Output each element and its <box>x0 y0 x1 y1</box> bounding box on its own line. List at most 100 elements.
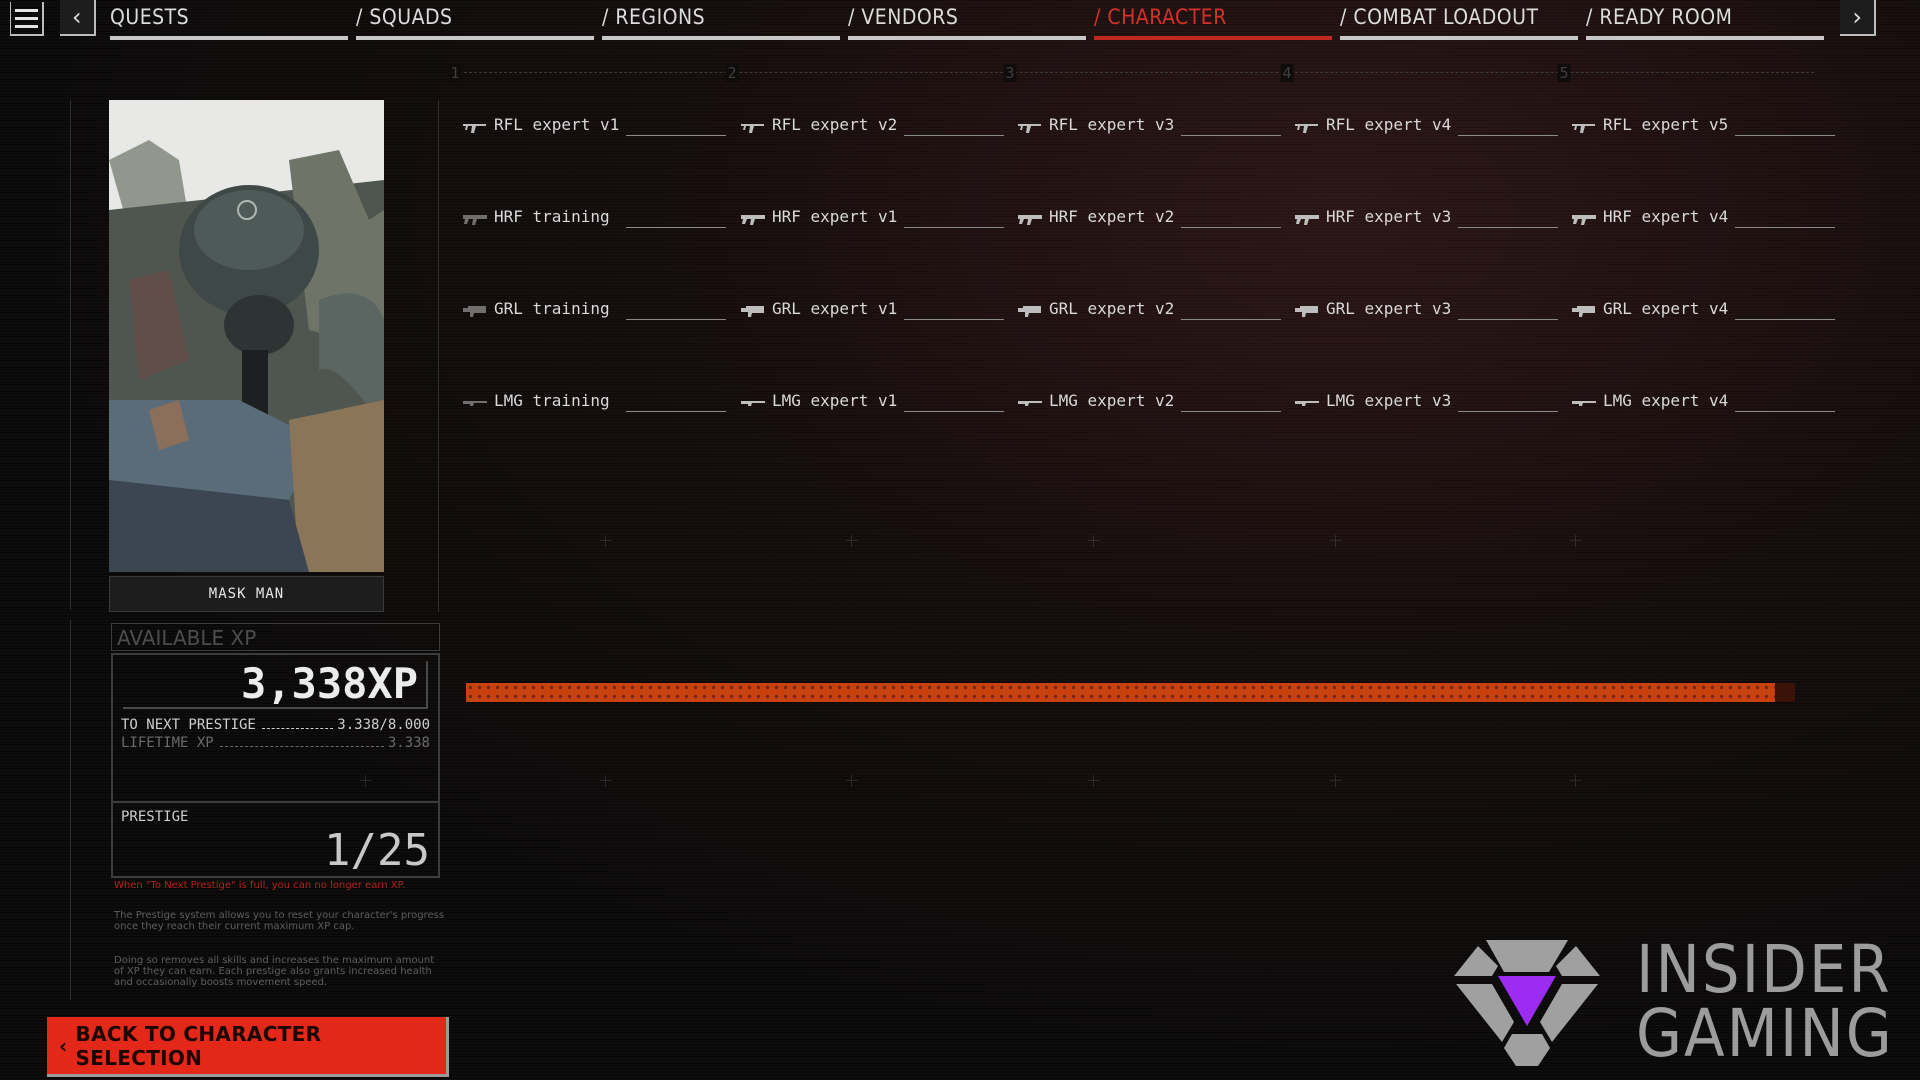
skill-slot[interactable]: GRL expert v3 <box>1294 297 1564 327</box>
skill-slot[interactable]: GRL training <box>462 297 732 327</box>
tab-underline <box>602 36 840 40</box>
skill-name: GRL expert v3 <box>1326 299 1452 318</box>
light-machine-gun-icon <box>1571 395 1597 409</box>
skill-name: LMG expert v3 <box>1326 391 1452 410</box>
tab-label: / SQUADS <box>356 5 453 29</box>
tab-underline <box>848 36 1086 40</box>
heavy-rifle-icon <box>1571 211 1597 225</box>
dotted-leader <box>219 735 384 747</box>
rifle-icon <box>1017 119 1043 133</box>
skill-slot[interactable]: RFL expert v5 <box>1571 113 1841 143</box>
skill-slot[interactable]: LMG expert v3 <box>1294 389 1564 419</box>
hamburger-menu-icon-bar <box>15 24 38 28</box>
skill-progress-line <box>904 319 1004 320</box>
tab-label: / READY ROOM <box>1586 5 1733 29</box>
next-tab-button[interactable]: › <box>1840 0 1876 36</box>
tab-squads[interactable]: / SQUADS <box>356 0 594 40</box>
hamburger-menu-icon-bar <box>15 16 38 20</box>
character-portrait <box>109 100 384 572</box>
prestige-warning-note: When "To Next Prestige" is full, you can… <box>114 880 406 891</box>
to-next-prestige-value: 3.338/8.000 <box>337 717 430 733</box>
skill-progress-line <box>1181 227 1281 228</box>
skill-slot[interactable]: RFL expert v1 <box>462 113 732 143</box>
crosshair-decoration <box>1570 775 1582 787</box>
skill-name: GRL expert v4 <box>1603 299 1729 318</box>
skill-slot[interactable]: RFL expert v2 <box>740 113 1010 143</box>
skill-progress-line <box>1735 319 1835 320</box>
tier-number: 5 <box>1557 64 1571 82</box>
skill-progress-line <box>1735 411 1835 412</box>
hamburger-menu-icon <box>15 8 38 12</box>
prev-tab-button[interactable]: ‹ <box>60 0 96 36</box>
skill-slot[interactable]: RFL expert v3 <box>1017 113 1287 143</box>
skill-name: HRF training <box>494 207 610 226</box>
prestige-progress-fill <box>466 683 1776 702</box>
skill-slot[interactable]: GRL expert v4 <box>1571 297 1841 327</box>
skill-name: HRF expert v1 <box>772 207 898 226</box>
skill-slot[interactable]: GRL expert v2 <box>1017 297 1287 327</box>
skill-name: LMG expert v1 <box>772 391 898 410</box>
panel-divider <box>438 100 439 612</box>
character-name: MASK MAN <box>109 576 384 612</box>
watermark-text: INSIDER GAMING <box>1636 931 1894 1067</box>
lifetime-xp-value: 3.338 <box>387 735 430 751</box>
heavy-rifle-icon <box>462 211 488 225</box>
skill-name: RFL expert v4 <box>1326 115 1452 134</box>
skill-slot[interactable]: HRF expert v3 <box>1294 205 1564 235</box>
tab-label: / COMBAT LOADOUT <box>1340 5 1539 29</box>
crosshair-decoration <box>1088 775 1100 787</box>
tab-underline <box>1586 36 1824 40</box>
skill-slot[interactable]: LMG expert v1 <box>740 389 1010 419</box>
mask-man-portrait <box>109 100 384 572</box>
skill-slot[interactable]: LMG expert v2 <box>1017 389 1287 419</box>
skill-progress-line <box>626 411 726 412</box>
skill-name: RFL expert v5 <box>1603 115 1729 134</box>
rifle-icon <box>1294 119 1320 133</box>
tab-label: / VENDORS <box>848 5 959 29</box>
tab-vendors[interactable]: / VENDORS <box>848 0 1086 40</box>
watermark-line-1: INSIDER <box>1636 931 1892 1008</box>
chevron-left-icon: ‹ <box>69 3 85 31</box>
light-machine-gun-icon <box>1017 395 1043 409</box>
skill-progress-line <box>1458 227 1558 228</box>
tab-character[interactable]: / CHARACTER <box>1094 0 1332 40</box>
skill-progress-line <box>1181 135 1281 136</box>
tab-combat-loadout[interactable]: / COMBAT LOADOUT <box>1340 0 1578 40</box>
crosshair-decoration <box>846 535 858 547</box>
tab-label: / CHARACTER <box>1094 5 1227 29</box>
lifetime-xp-row: LIFETIME XP 3.338 <box>121 735 430 751</box>
crosshair-decoration <box>600 535 612 547</box>
skill-slot[interactable]: HRF expert v1 <box>740 205 1010 235</box>
skill-name: RFL expert v2 <box>772 115 898 134</box>
tier-number: 3 <box>1003 64 1017 82</box>
skill-progress-line <box>1458 411 1558 412</box>
skill-slot[interactable]: LMG training <box>462 389 732 419</box>
skill-slot[interactable]: GRL expert v1 <box>740 297 1010 327</box>
skill-progress-line <box>904 227 1004 228</box>
available-xp-heading: AVAILABLE XP <box>111 623 440 651</box>
skill-slot[interactable]: HRF expert v4 <box>1571 205 1841 235</box>
rifle-icon <box>1571 119 1597 133</box>
crosshair-decoration <box>1330 775 1342 787</box>
crosshair-decoration <box>1330 535 1342 547</box>
grenade-launcher-icon <box>1571 303 1597 317</box>
skill-slot[interactable]: RFL expert v4 <box>1294 113 1564 143</box>
prestige-panel: PRESTIGE 1/25 <box>111 803 440 878</box>
tab-underline <box>110 36 348 40</box>
skill-name: RFL expert v3 <box>1049 115 1175 134</box>
skill-slot[interactable]: HRF training <box>462 205 732 235</box>
crosshair-decoration <box>600 775 612 787</box>
back-to-character-selection-button[interactable]: ‹ BACK TO CHARACTER SELECTION <box>47 1017 449 1077</box>
skill-name: GRL training <box>494 299 610 318</box>
tab-regions[interactable]: / REGIONS <box>602 0 840 40</box>
heavy-rifle-icon <box>740 211 766 225</box>
skill-slot[interactable]: LMG expert v4 <box>1571 389 1841 419</box>
light-machine-gun-icon <box>1294 395 1320 409</box>
ruler-line <box>449 72 1814 73</box>
tab-quests[interactable]: QUESTS <box>110 0 348 40</box>
main-menu-button[interactable] <box>10 2 44 36</box>
panel-divider <box>70 620 71 1000</box>
skill-progress-line <box>626 135 726 136</box>
skill-slot[interactable]: HRF expert v2 <box>1017 205 1287 235</box>
tab-ready-room[interactable]: / READY ROOM <box>1586 0 1824 40</box>
